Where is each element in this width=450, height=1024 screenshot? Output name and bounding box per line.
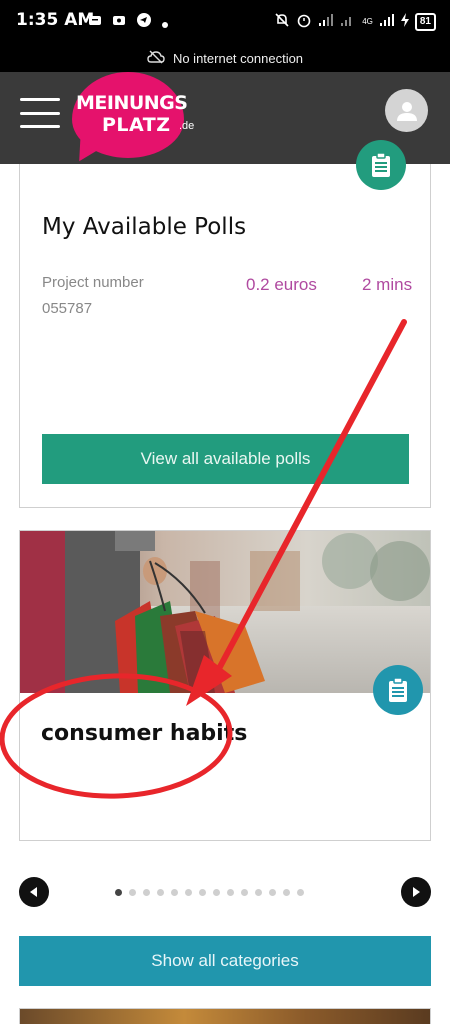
message-icon (88, 13, 102, 33)
project-number-label: Project number (42, 274, 144, 291)
polls-card-title: My Available Polls (42, 214, 247, 240)
hamburger-menu-icon[interactable] (20, 98, 60, 128)
battery-level: 81 (414, 12, 436, 31)
poll-reward: 0.2 euros (246, 275, 317, 294)
pager-dot[interactable] (255, 889, 262, 896)
system-icons: 4G 81 (274, 12, 436, 31)
clipboard-icon (373, 665, 423, 715)
arrow-right-icon[interactable] (401, 877, 431, 907)
notification-icons (88, 12, 168, 33)
cloud-off-icon (147, 50, 165, 67)
view-all-polls-button[interactable]: View all available polls (42, 434, 409, 484)
status-time: 1:35 AM (16, 10, 95, 30)
connection-text: No internet connection (172, 50, 304, 66)
pager-dot[interactable] (283, 889, 290, 896)
poll-duration: 2 mins (362, 275, 413, 294)
pager-dot[interactable] (241, 889, 248, 896)
telegram-icon (136, 12, 152, 33)
pager-dot[interactable] (227, 889, 234, 896)
pager-dot[interactable] (115, 889, 122, 896)
signal3-icon (379, 13, 395, 30)
polls-card: My Available Polls Project number 055787… (19, 140, 431, 508)
category-card-title: consumer habits (41, 721, 248, 746)
pager-dot[interactable] (157, 889, 164, 896)
pager-dot[interactable] (297, 889, 304, 896)
pager-dot[interactable] (269, 889, 276, 896)
clipboard-icon (356, 140, 406, 190)
user-avatar-icon[interactable] (385, 89, 428, 132)
shopping-bags-photo (20, 531, 430, 693)
signal-icon (318, 13, 334, 30)
logo-text-line2: PLATZ (102, 114, 171, 136)
pager-dot[interactable] (213, 889, 220, 896)
logo-suffix: .de (179, 120, 195, 132)
alarm-icon (296, 12, 312, 31)
pager-dots (115, 889, 304, 896)
connection-banner: No internet connection (0, 44, 450, 72)
project-number-value: 055787 (42, 300, 93, 317)
pager-dot[interactable] (185, 889, 192, 896)
pager-dot[interactable] (171, 889, 178, 896)
next-category-card[interactable] (19, 1008, 431, 1024)
signal2-icon (340, 13, 356, 30)
logo-text-line1: MEINUNGS (76, 92, 188, 114)
show-all-categories-button[interactable]: Show all categories (19, 936, 431, 986)
mute-icon (274, 12, 290, 31)
pager-dot[interactable] (143, 889, 150, 896)
category-card[interactable]: consumer habits (19, 530, 431, 841)
network-type: 4G (362, 17, 373, 26)
pager-dot[interactable] (129, 889, 136, 896)
chat-icon (112, 13, 126, 33)
pager-dot[interactable] (199, 889, 206, 896)
status-bar: 1:35 AM 4G 81 (0, 0, 450, 44)
logo[interactable]: MEINUNGS PLATZ .de (66, 72, 194, 170)
arrow-left-icon[interactable] (19, 877, 49, 907)
dot-icon (162, 13, 168, 33)
charging-icon (400, 13, 409, 30)
